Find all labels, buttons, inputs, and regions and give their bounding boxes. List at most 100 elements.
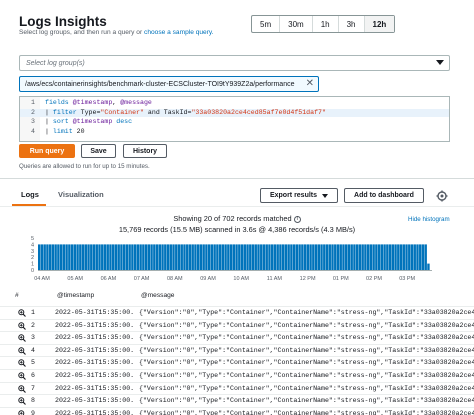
histogram-bar[interactable] [312,244,315,270]
histogram-bar[interactable] [95,244,98,270]
time-range-5m[interactable]: 5m [252,16,281,32]
tab-logs[interactable]: Logs [21,190,39,199]
histogram-bar[interactable] [246,244,249,270]
histogram-bar[interactable] [68,244,71,270]
histogram-bar[interactable] [65,244,68,270]
histogram-bar[interactable] [309,244,312,270]
histogram-bar[interactable] [262,244,266,270]
table-row[interactable]: 2 2022-05-31T15:35:00.000 {"Version":"0","… [0,318,474,332]
histogram-bar[interactable] [273,244,277,270]
info-icon[interactable]: i [293,215,301,223]
histogram-bar[interactable] [87,244,90,270]
histogram-bar[interactable] [391,244,395,270]
histogram-bar[interactable] [57,244,60,270]
time-range-1h[interactable]: 1h [313,16,339,32]
histogram-bar[interactable] [265,244,268,270]
histogram-bar[interactable] [361,244,364,270]
histogram-bar[interactable] [46,244,49,270]
query-line[interactable]: 4 | limit 20 [20,128,449,137]
table-row[interactable]: 3 2022-05-31T15:35:00.000 {"Version":"0","… [0,331,474,344]
histogram-bar[interactable] [292,244,296,270]
zoom-in-icon[interactable] [18,410,26,415]
histogram-bar[interactable] [317,244,320,270]
histogram-bar[interactable] [369,244,373,270]
table-row[interactable]: 1 2022-05-31T15:35:00.000 {"Version":"0","… [0,306,474,319]
histogram-bar[interactable] [59,244,63,270]
run-query-button[interactable]: Run query [19,144,75,158]
query-editor[interactable]: 1 fields @timestamp, @message 2 | filter Ty… [19,96,450,142]
histogram-bar[interactable] [205,244,208,270]
add-to-dashboard-button[interactable]: Add to dashboard [344,188,424,203]
histogram-bar[interactable] [397,244,400,270]
histogram-bar[interactable] [188,244,192,270]
histogram-bar[interactable] [314,244,318,270]
histogram-bar[interactable] [358,244,362,270]
histogram-bar[interactable] [169,244,172,270]
histogram-bar[interactable] [218,244,222,270]
histogram-bar[interactable] [386,244,389,270]
sample-query-link[interactable]: choose a sample query. [144,29,214,36]
histogram-bar[interactable] [413,244,416,270]
zoom-in-icon[interactable] [18,321,26,330]
histogram-bar[interactable] [334,244,337,270]
zoom-in-icon[interactable] [18,347,26,355]
histogram-bar[interactable] [427,263,430,270]
histogram-bar[interactable] [125,244,129,270]
histogram-bar[interactable] [117,244,120,270]
histogram-bar[interactable] [364,244,367,270]
histogram-bar[interactable] [268,244,271,270]
histogram-bar[interactable] [416,244,419,270]
zoom-in-icon[interactable] [18,372,26,380]
save-button[interactable]: Save [81,144,116,158]
zoom-in-icon[interactable] [18,359,26,368]
table-row[interactable]: 4 2022-05-31T15:35:00.000 {"Version":"0","… [0,343,474,357]
zoom-in-icon[interactable] [18,397,26,406]
histogram-bar[interactable] [251,244,255,270]
histogram-bar[interactable] [194,244,197,270]
histogram-bar[interactable] [38,244,41,270]
histogram-bar[interactable] [372,244,375,270]
histogram-bar[interactable] [421,244,425,270]
histogram-bar[interactable] [155,244,159,270]
histogram-bar[interactable] [345,244,348,270]
histogram-bar[interactable] [133,244,137,270]
histogram-bar[interactable] [128,244,131,270]
histogram-bar[interactable] [153,244,156,270]
histogram-bar[interactable] [295,244,299,270]
histogram-bar[interactable] [84,244,87,270]
histogram-bar[interactable] [281,244,285,270]
histogram-bar[interactable] [186,244,189,270]
histogram-bar[interactable] [202,244,205,270]
log-group-select[interactable]: Select log group(s) [19,55,450,71]
tab-visualization[interactable]: Visualization [58,190,104,199]
histogram-bar[interactable] [366,244,370,270]
histogram-bar[interactable] [394,244,397,270]
histogram-bar[interactable] [320,244,323,270]
histogram-bar[interactable] [342,244,345,270]
histogram-bar[interactable] [287,244,290,270]
histogram-bar[interactable] [43,244,46,270]
histogram-bar[interactable] [92,244,96,270]
histogram-bar[interactable] [355,244,359,270]
histogram-bar[interactable] [40,244,44,270]
histogram-bar[interactable] [388,244,392,270]
histogram-bar[interactable] [347,244,351,270]
histogram-bar[interactable] [161,244,164,270]
histogram-bar[interactable] [419,244,422,270]
histogram-bar[interactable] [158,244,162,270]
histogram-bar[interactable] [298,244,301,270]
histogram-bar[interactable] [380,244,384,270]
histogram-bar[interactable] [257,244,260,270]
histogram-bar[interactable] [229,244,233,270]
table-row[interactable]: 5 2022-05-31T15:35:00.000 {"Version":"0","… [0,356,474,369]
table-row[interactable]: 8 2022-05-31T15:35:00.000 {"Version":"0","… [0,394,474,407]
histogram-bar[interactable] [120,244,123,270]
zoom-in-icon[interactable] [18,334,26,343]
histogram-bar[interactable] [405,244,408,270]
histogram-bar[interactable] [323,244,326,270]
histogram-bar[interactable] [114,244,118,270]
histogram-bar[interactable] [399,244,403,270]
histogram-bar[interactable] [196,244,200,270]
histogram-bar[interactable] [377,244,381,270]
query-line[interactable]: 2 | filter Type="Container" and TaskId="3… [20,108,449,117]
